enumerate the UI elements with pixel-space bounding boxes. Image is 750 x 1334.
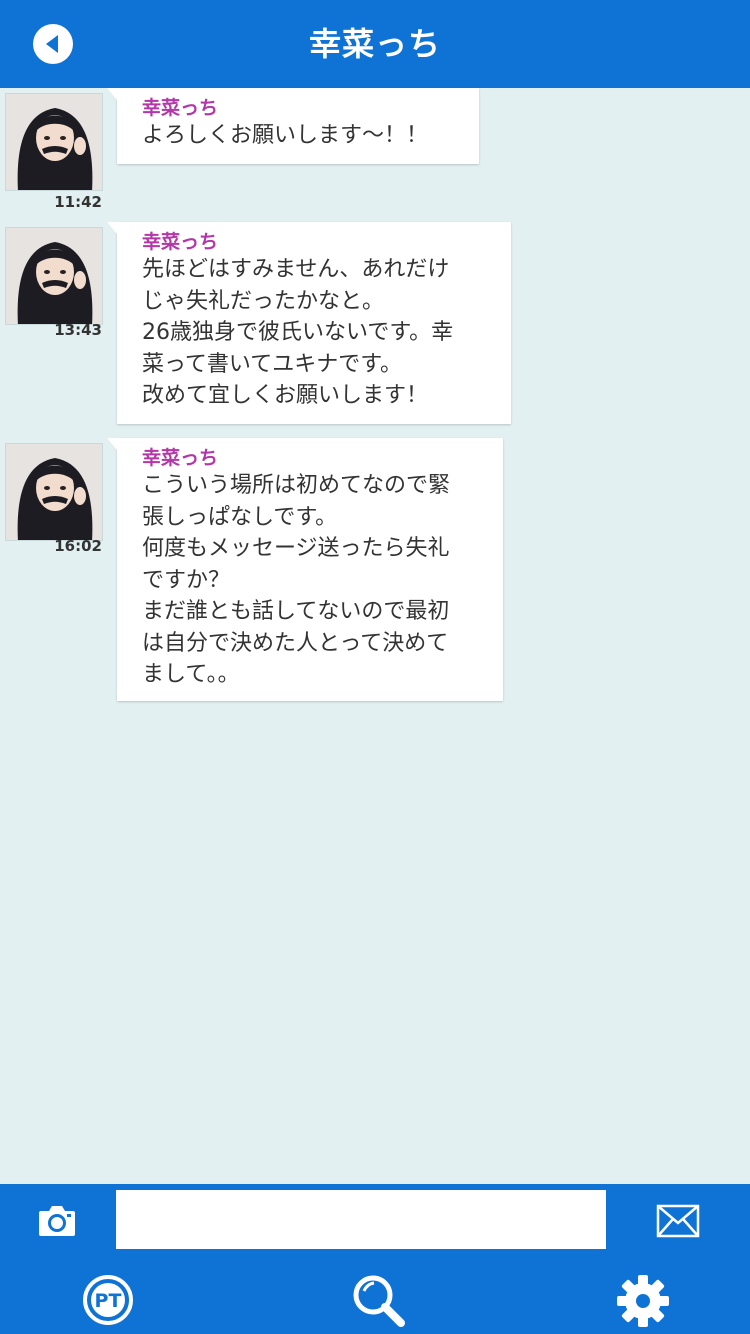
avatar-photo xyxy=(6,94,102,190)
avatar-photo xyxy=(6,228,102,324)
sender-name: 幸菜っち xyxy=(142,447,219,469)
sender-name: 幸菜っち xyxy=(142,97,219,119)
message-input[interactable] xyxy=(116,1190,606,1249)
header-bar: 幸菜っち xyxy=(0,0,750,88)
gear-icon[interactable] xyxy=(615,1273,671,1329)
avatar[interactable] xyxy=(5,227,103,325)
message-bubble: 幸菜っち よろしくお願いします～！！ xyxy=(107,88,479,164)
pt-icon[interactable]: PT xyxy=(82,1274,134,1326)
search-icon[interactable] xyxy=(350,1272,406,1328)
message-time: 13:43 xyxy=(54,321,102,339)
camera-icon[interactable] xyxy=(37,1202,77,1238)
avatar[interactable] xyxy=(5,93,103,191)
message-text: こういう場所は初めてなので緊 張しっぱなしです。 何度もメッセージ送ったら失礼 … xyxy=(142,473,451,687)
sender-name: 幸菜っち xyxy=(142,231,219,253)
message-bubble: 幸菜っち 先ほどはすみません、あれだけ じゃ失礼だったかなと。 26歳独身で彼氏… xyxy=(107,222,511,424)
message-time: 16:02 xyxy=(54,537,102,555)
avatar-photo xyxy=(6,444,102,540)
message-time: 11:42 xyxy=(54,193,102,211)
message-text: 先ほどはすみません、あれだけ じゃ失礼だったかなと。 26歳独身で彼氏いないです… xyxy=(142,257,454,408)
message-text: よろしくお願いします～！！ xyxy=(142,123,429,148)
bottom-nav: PT xyxy=(0,1264,750,1334)
page-title: 幸菜っち xyxy=(308,25,441,63)
envelope-icon[interactable] xyxy=(656,1204,700,1238)
composer-bar xyxy=(0,1184,750,1264)
message-bubble: 幸菜っち こういう場所は初めてなので緊 張しっぱなしです。 何度もメッセージ送っ… xyxy=(107,438,503,701)
pt-icon-label: PT xyxy=(95,1290,122,1312)
avatar[interactable] xyxy=(5,443,103,541)
